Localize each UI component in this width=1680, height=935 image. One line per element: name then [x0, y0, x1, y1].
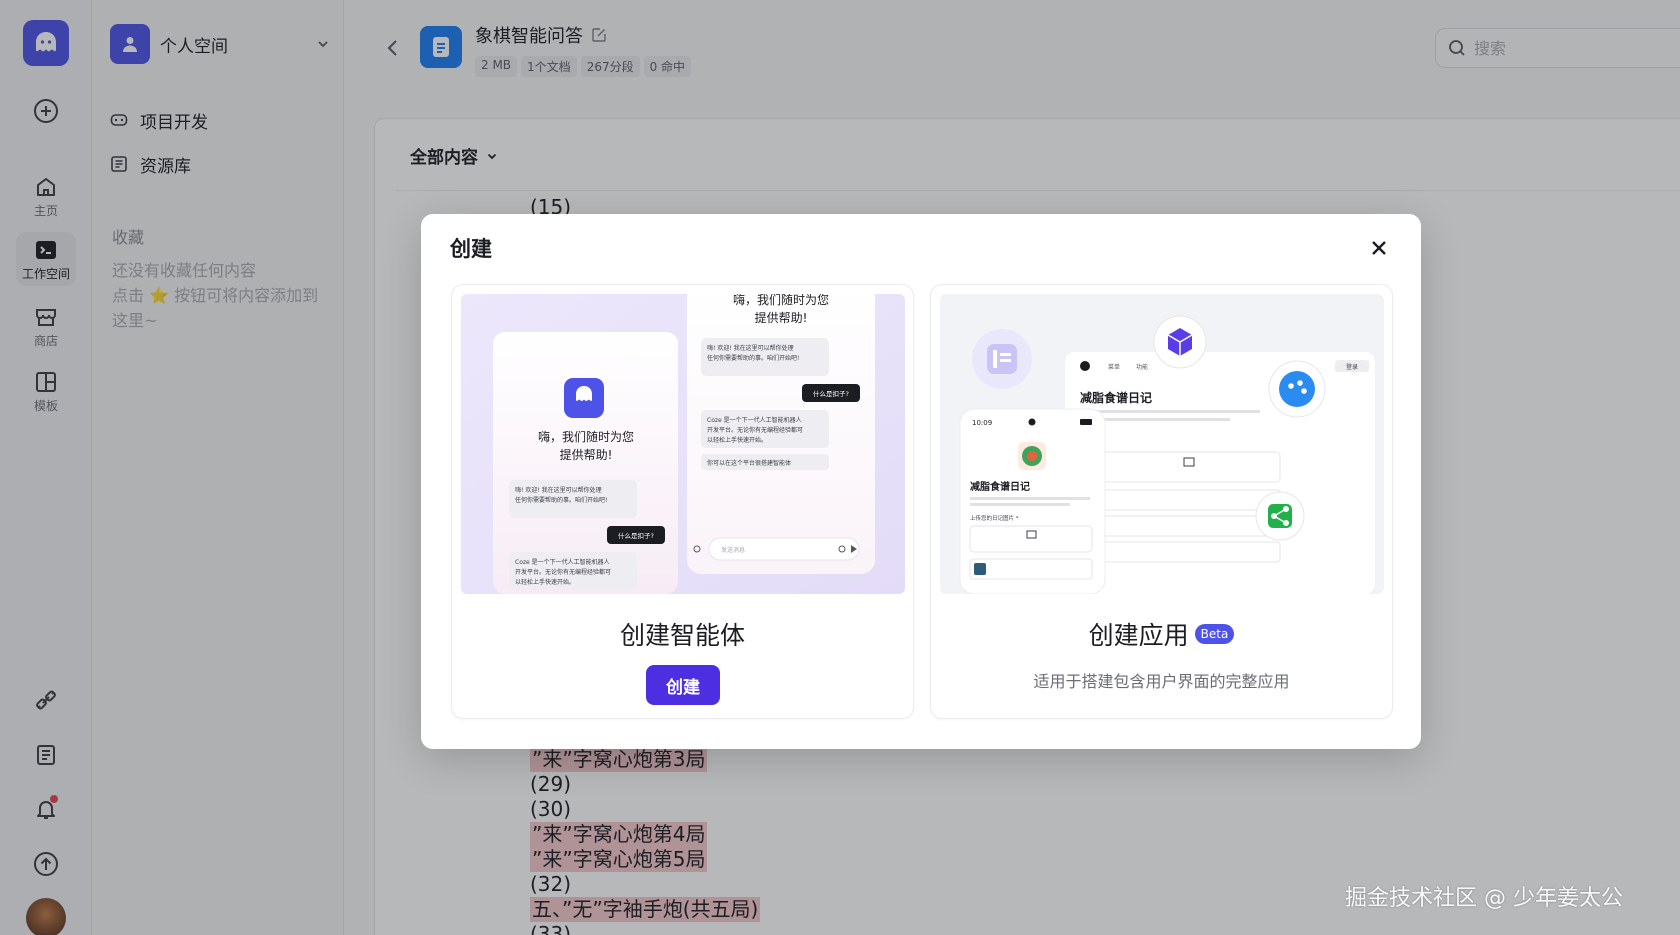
svg-text:Coze 是一个下一代人工智能机器人: Coze 是一个下一代人工智能机器人 [515, 558, 610, 566]
svg-text:嗨! 欢迎! 我在这里可以帮你处理: 嗨! 欢迎! 我在这里可以帮你处理 [515, 486, 602, 494]
svg-text:提供帮助!: 提供帮助! [755, 310, 808, 325]
close-button[interactable] [1367, 236, 1391, 260]
create-app-title: 创建应用 [1088, 621, 1189, 650]
agent-preview-image: 嗨，我们随时为您 提供帮助! 嗨! 欢迎! 我在这里可以帮你处理 任何你需要帮助… [461, 294, 905, 594]
svg-text:嗨! 欢迎! 我在这里可以帮你处理: 嗨! 欢迎! 我在这里可以帮你处理 [707, 344, 794, 352]
create-agent-card[interactable]: 嗨，我们随时为您 提供帮助! 嗨! 欢迎! 我在这里可以帮你处理 任何你需要帮助… [451, 284, 914, 719]
create-agent-title: 创建智能体 [619, 621, 745, 650]
app-preview-image: 菜单 功能 登录 减脂食谱日记 10:09 减脂食谱日记 上传您的日记图片 * [940, 294, 1384, 594]
svg-text:发送消息: 发送消息 [721, 546, 745, 554]
svg-text:任何你需要帮助的事。咱们开始吧!: 任何你需要帮助的事。咱们开始吧! [515, 496, 607, 504]
modal-title: 创建 [450, 237, 492, 261]
create-app-description: 适用于搭建包含用户界面的完整应用 [1033, 672, 1290, 691]
close-icon [1372, 241, 1386, 255]
svg-text:上传您的日记图片 *: 上传您的日记图片 * [970, 514, 1019, 522]
svg-text:以轻松上手快速开始。: 以轻松上手快速开始。 [707, 436, 767, 444]
create-app-card[interactable]: 菜单 功能 登录 减脂食谱日记 10:09 减脂食谱日记 上传您的日记图片 * … [930, 284, 1393, 719]
svg-text:开发平台。无论你有无编程经验都可: 开发平台。无论你有无编程经验都可 [707, 426, 803, 434]
svg-text:减脂食谱日记: 减脂食谱日记 [1080, 390, 1152, 405]
svg-text:以轻松上手快速开始。: 以轻松上手快速开始。 [515, 578, 575, 586]
svg-text:登录: 登录 [1346, 363, 1358, 371]
svg-text:菜单: 菜单 [1108, 363, 1120, 371]
create-modal: 创建 嗨，我们随时为您 提供帮助! 嗨! 欢迎! 我在这里可以帮你处理 任何你需… [421, 214, 1421, 749]
svg-text:任何你需要帮助的事。咱们开始吧!: 任何你需要帮助的事。咱们开始吧! [707, 354, 799, 362]
svg-text:减脂食谱日记: 减脂食谱日记 [970, 480, 1030, 493]
svg-text:嗨，我们随时为您: 嗨，我们随时为您 [733, 294, 829, 307]
svg-text:10:09: 10:09 [972, 419, 992, 427]
create-agent-button[interactable]: 创建 [646, 665, 720, 705]
svg-text:功能: 功能 [1136, 363, 1148, 371]
svg-text:提供帮助!: 提供帮助! [560, 447, 613, 462]
create-app-label: 创建应用 Beta [931, 616, 1392, 652]
svg-text:什么是扣子?: 什么是扣子? [618, 531, 654, 540]
svg-text:开发平台。无论你有无编程经验都可: 开发平台。无论你有无编程经验都可 [515, 568, 611, 576]
svg-text:你可以在这个平台很搭建智能体: 你可以在这个平台很搭建智能体 [707, 459, 791, 467]
create-agent-label: 创建智能体 [452, 616, 913, 652]
beta-badge: Beta [1194, 624, 1235, 644]
svg-text:什么是扣子?: 什么是扣子? [813, 389, 849, 398]
agent-greeting-text: 嗨，我们随时为您 [538, 429, 634, 444]
svg-text:Coze 是一个下一代人工智能机器人: Coze 是一个下一代人工智能机器人 [707, 416, 802, 424]
watermark: 掘金技术社区 @ 少年姜太公 [1345, 886, 1623, 911]
